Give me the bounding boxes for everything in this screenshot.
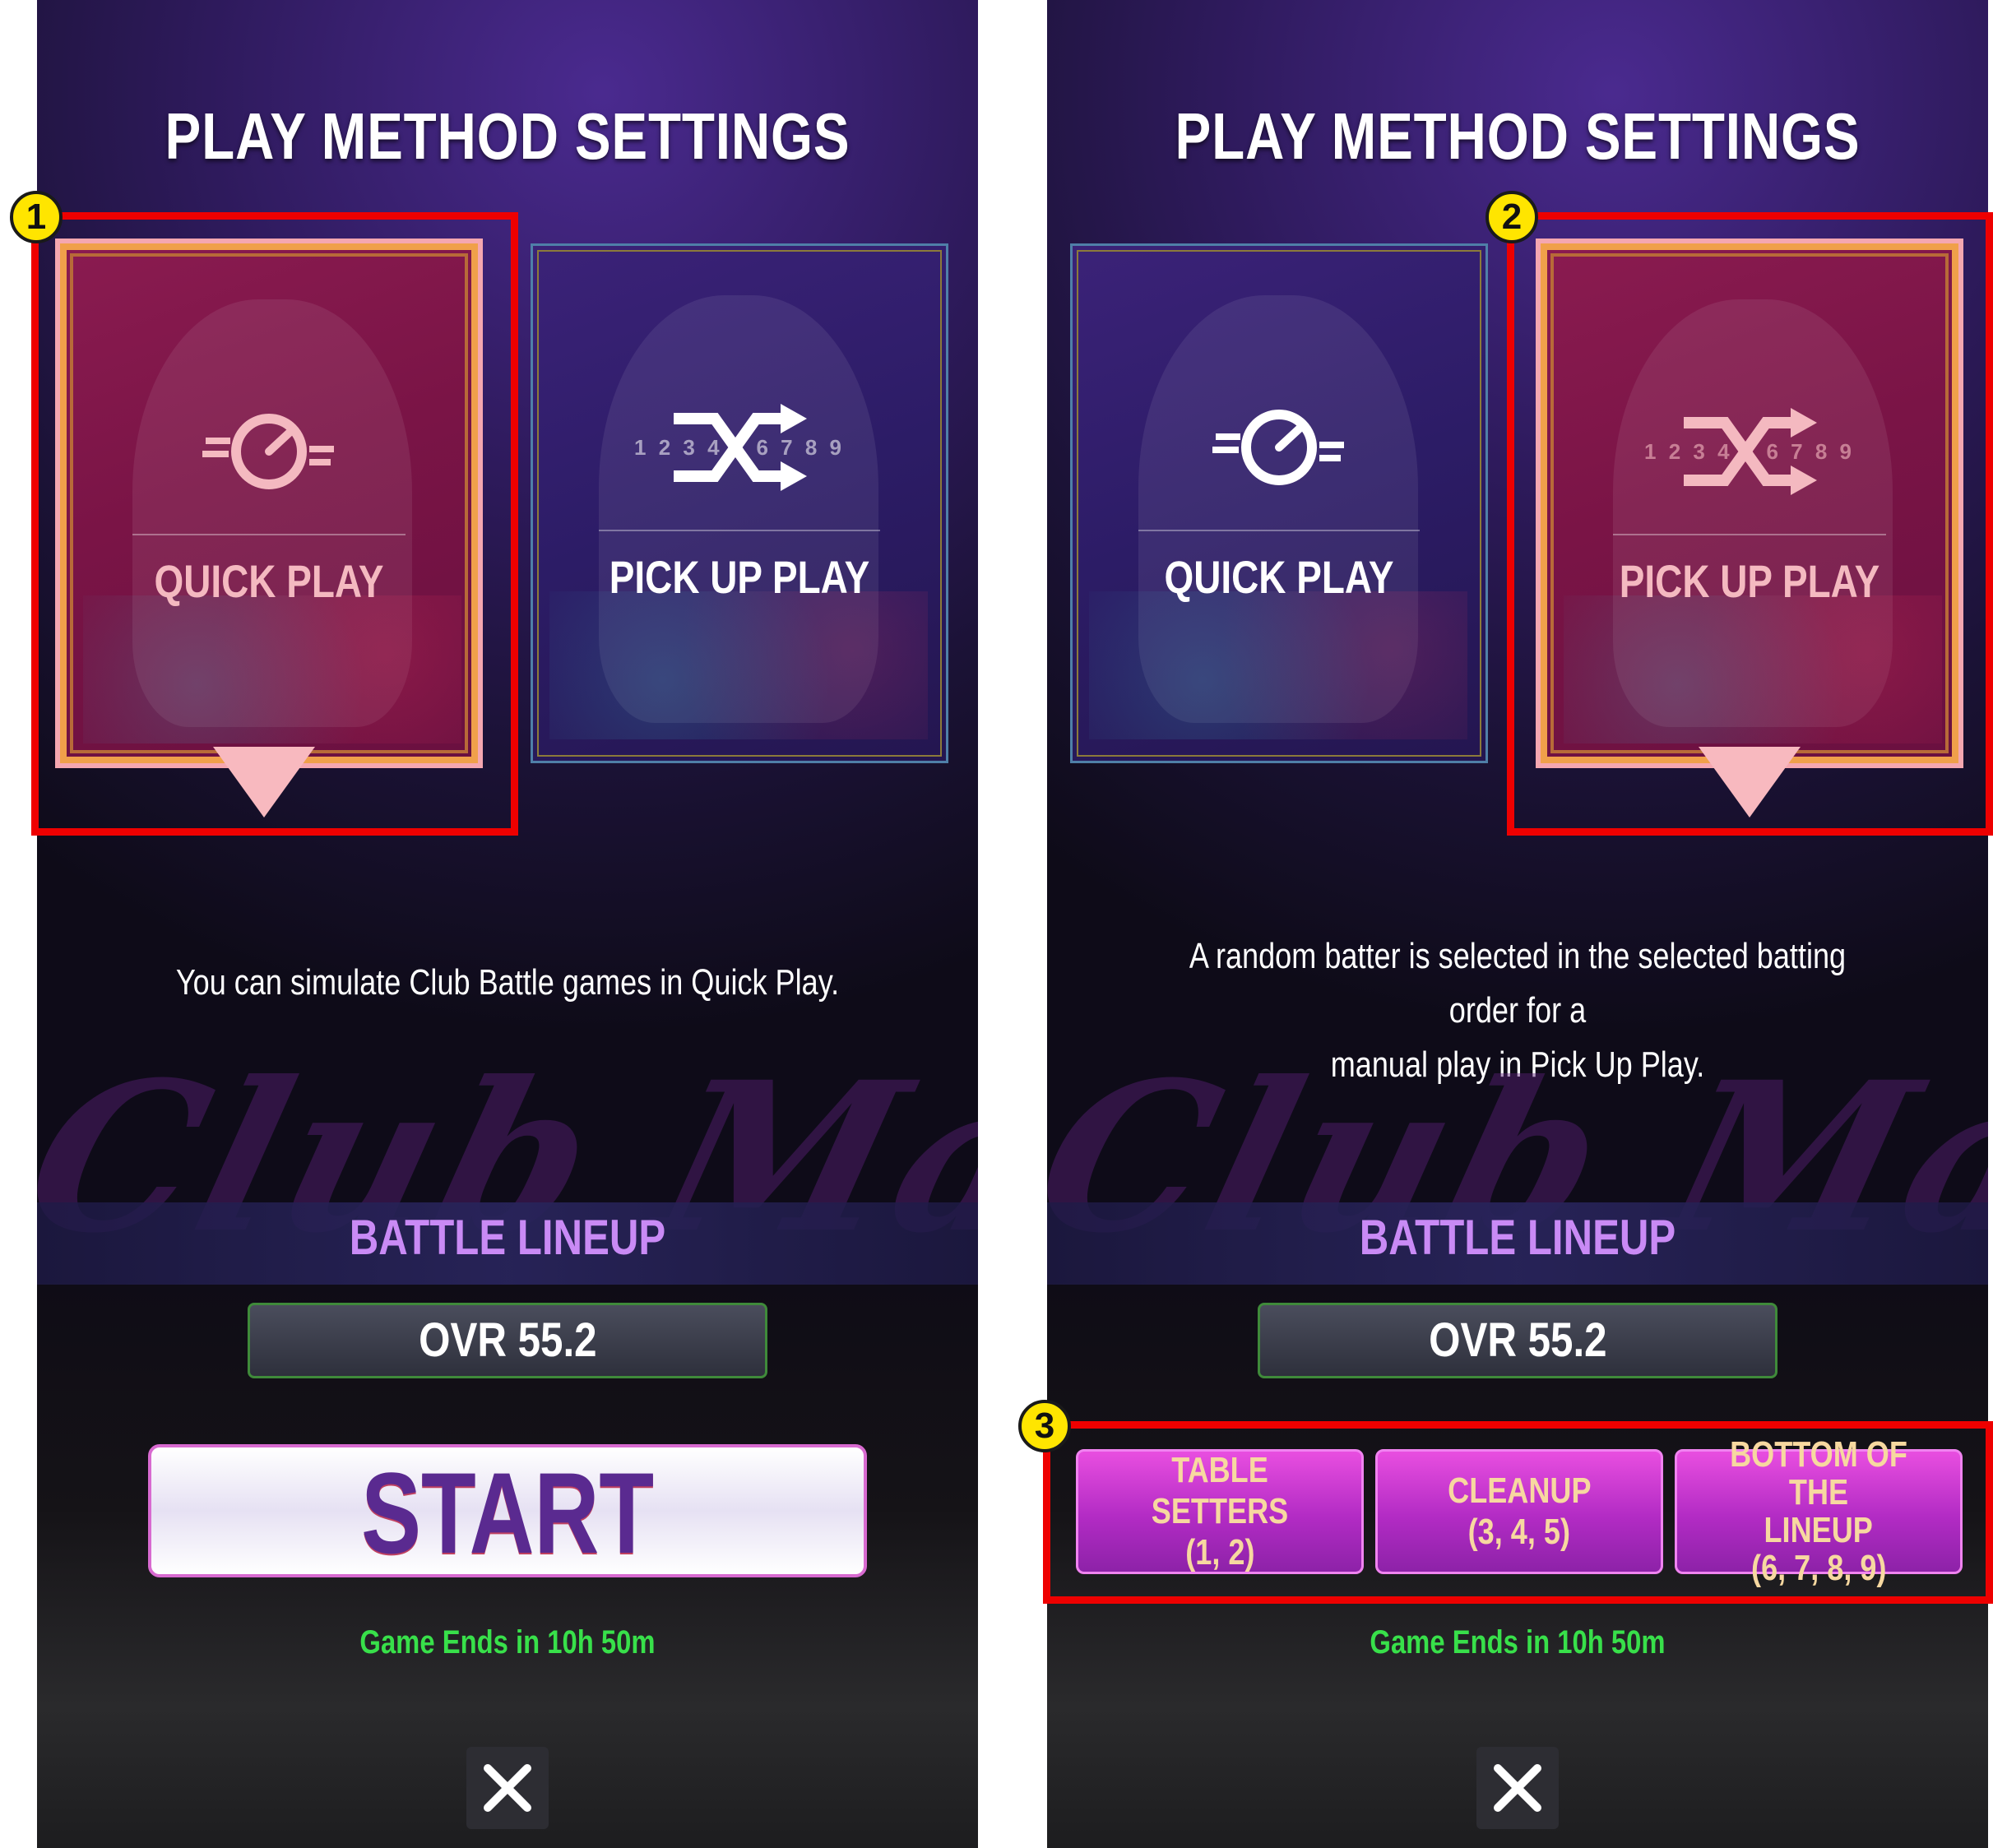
description-line-1: A random batter is selected in the selec… — [1189, 936, 1847, 1031]
pick-up-play-card[interactable]: 1 2 3 4 5 6 7 8 9 PICK UP PLAY — [531, 243, 948, 763]
pick-up-play-label: PICK UP PLAY — [609, 551, 870, 603]
ovr-display: OVR 55.2 — [248, 1303, 767, 1378]
card-divider — [599, 530, 880, 531]
game-ends-timer: Game Ends in 10h 50m — [359, 1624, 656, 1660]
close-icon — [484, 1764, 531, 1812]
close-button[interactable] — [1476, 1747, 1559, 1829]
highlight-box-3 — [1043, 1421, 1993, 1604]
highlight-box-2 — [1507, 212, 1993, 836]
callout-badge-1: 1 — [10, 191, 63, 243]
battle-lineup-title: BATTLE LINEUP — [1359, 1210, 1676, 1265]
paint-splatter — [1089, 591, 1467, 739]
page-title: PLAY METHOD SETTINGS — [165, 100, 851, 173]
quick-play-card[interactable]: QUICK PLAY — [1070, 243, 1488, 763]
shuffle-order-icon: 1 2 3 4 5 6 7 8 9 — [533, 394, 946, 501]
quick-play-label: QUICK PLAY — [1164, 551, 1394, 603]
ovr-value: OVR 55.2 — [418, 1313, 597, 1367]
close-button[interactable] — [466, 1747, 549, 1829]
card-divider — [1138, 530, 1420, 531]
start-button[interactable]: START — [148, 1444, 867, 1577]
ovr-value: OVR 55.2 — [1428, 1313, 1607, 1367]
highlight-box-1 — [31, 212, 518, 836]
game-ends-timer: Game Ends in 10h 50m — [1370, 1624, 1666, 1660]
start-label: START — [361, 1448, 654, 1577]
callout-badge-3: 3 — [1018, 1400, 1071, 1452]
ovr-display: OVR 55.2 — [1258, 1303, 1777, 1378]
paint-splatter — [549, 591, 928, 739]
speedometer-icon — [1073, 394, 1485, 501]
callout-badge-2: 2 — [1485, 191, 1538, 243]
page-title: PLAY METHOD SETTINGS — [1175, 100, 1861, 173]
battle-lineup-title: BATTLE LINEUP — [349, 1210, 666, 1265]
mode-description: You can simulate Club Battle games in Qu… — [175, 962, 840, 1003]
close-icon — [1494, 1764, 1541, 1812]
